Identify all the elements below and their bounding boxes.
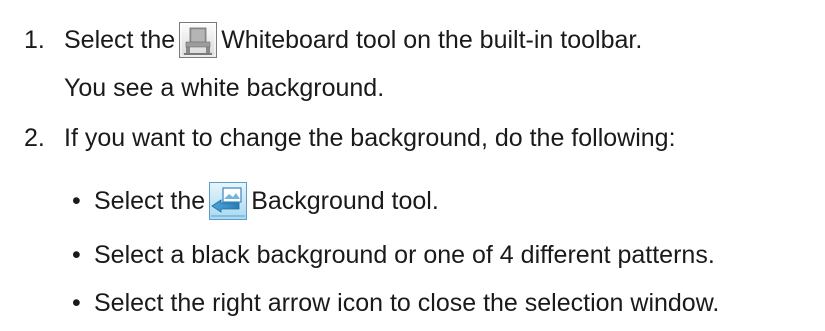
step-2-bullet-1: • Select the Background tool. xyxy=(72,182,439,220)
step-2-bullet-2: • Select a black background or one of 4 … xyxy=(72,239,715,271)
bullet-1-text-before-icon: Select the xyxy=(94,187,206,215)
bullet-1-text-after-icon: Background tool. xyxy=(251,187,439,215)
step-1-number: 1. xyxy=(24,26,45,54)
step-2-bullet-3: • Select the right arrow icon to close t… xyxy=(72,287,719,319)
background-tool-icon xyxy=(209,182,248,220)
bullet-3-text: Select the right arrow icon to close the… xyxy=(94,289,720,317)
step-1-result-text: You see a white background. xyxy=(64,74,385,102)
bullet-2-text: Select a black background or one of 4 di… xyxy=(94,241,715,269)
step-1-line-2: You see a white background. xyxy=(64,72,384,104)
whiteboard-tool-icon xyxy=(179,22,218,58)
step-2-line-1: 2. If you want to change the background,… xyxy=(24,122,676,154)
bullet-marker: • xyxy=(72,241,81,269)
step-1-line-1: 1. Select the Whiteboard tool on the bui… xyxy=(24,22,642,58)
bullet-marker: • xyxy=(72,289,81,317)
step-1-text-before-icon: Select the xyxy=(64,26,176,54)
step-2-number: 2. xyxy=(24,124,45,152)
step-1-text-after-icon: Whiteboard tool on the built-in toolbar. xyxy=(221,26,643,54)
bullet-marker: • xyxy=(72,187,81,215)
step-2-text: If you want to change the background, do… xyxy=(64,124,676,152)
